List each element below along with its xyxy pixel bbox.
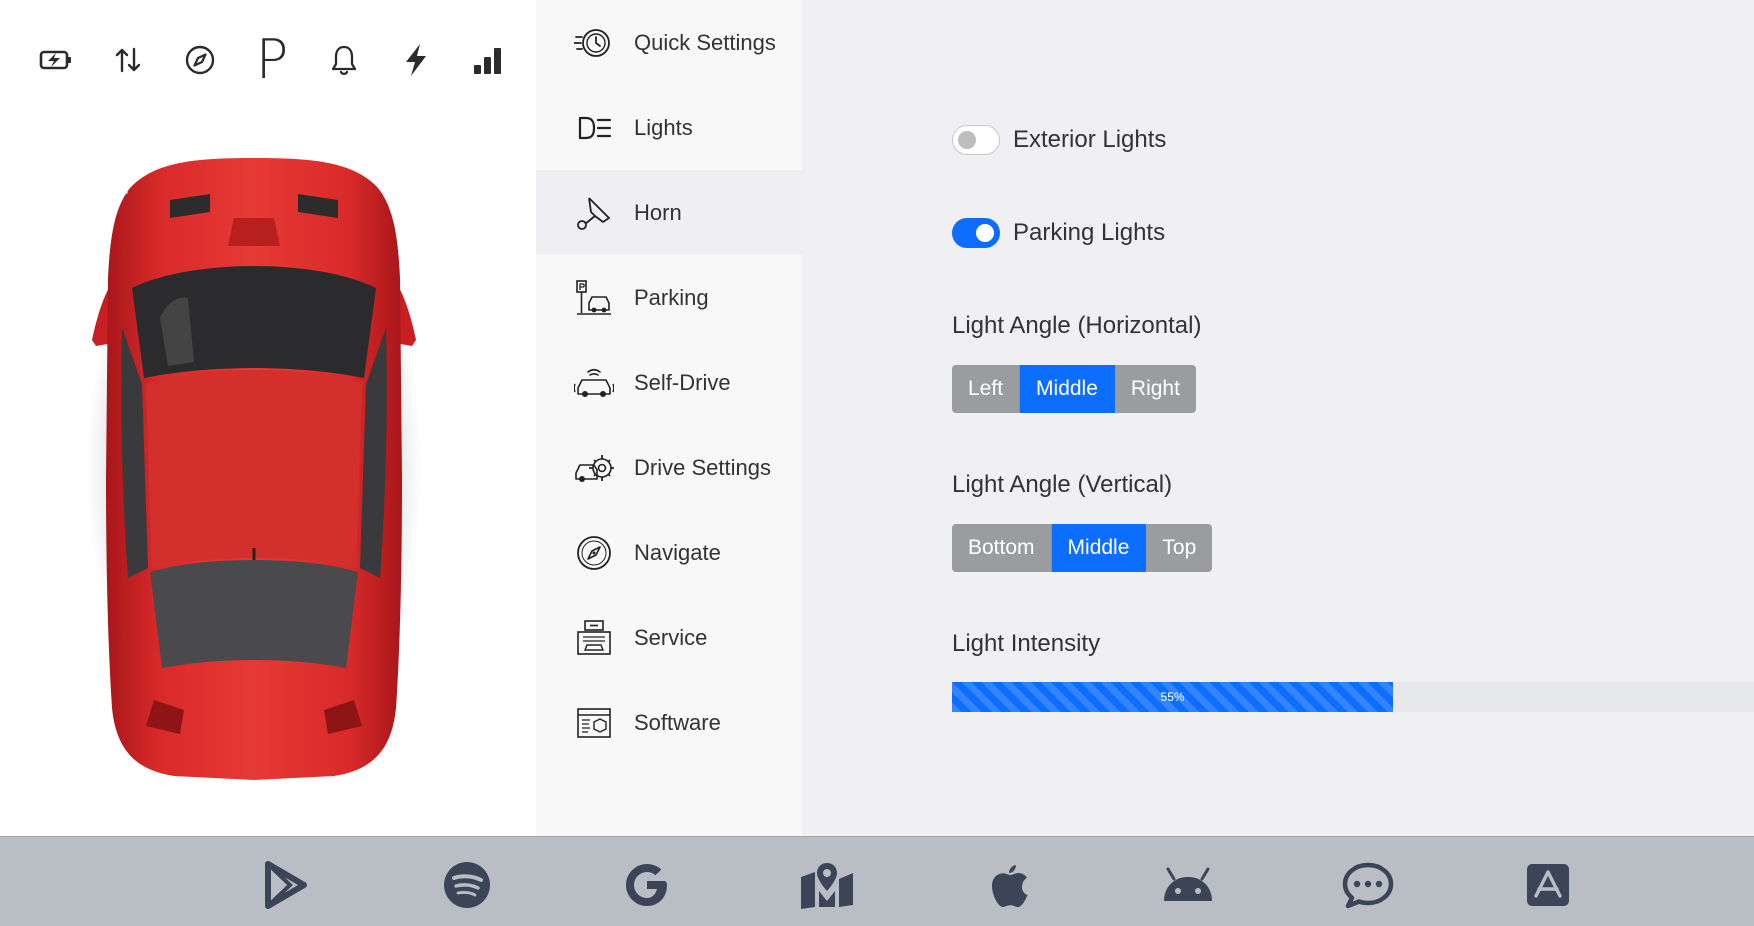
menu-item-service[interactable]: Service	[536, 595, 802, 680]
data-transfer-icon[interactable]	[92, 20, 164, 100]
chat-bubble-icon[interactable]	[1340, 857, 1396, 913]
menu-label: Navigate	[634, 539, 721, 565]
menu-label: Service	[634, 624, 708, 650]
menu-item-lights[interactable]: Lights	[536, 85, 802, 170]
parking-icon[interactable]: P	[236, 20, 308, 100]
parking-lights-label: Parking Lights	[1013, 219, 1166, 246]
car-dashboard: P Quick Settings Lights Horn Parking Sel…	[0, 0, 1754, 926]
headlight-icon	[574, 108, 614, 148]
switch-knob	[976, 224, 994, 242]
google-icon[interactable]	[619, 857, 675, 913]
horn-icon	[574, 193, 614, 233]
vertical-angle-group: Bottom Middle Top	[952, 524, 1213, 572]
status-bar: P	[20, 20, 524, 100]
menu-item-quick-settings[interactable]: Quick Settings	[536, 0, 802, 85]
exterior-lights-switch[interactable]	[952, 125, 1000, 155]
menu-label: Drive Settings	[634, 454, 771, 480]
horizontal-middle-button[interactable]: Middle	[1020, 365, 1115, 413]
horizontal-angle-group: Left Middle Right	[952, 365, 1196, 413]
parking-sign-car-icon	[574, 278, 614, 318]
horizontal-angle-label: Light Angle (Horizontal)	[952, 312, 1202, 339]
menu-item-parking[interactable]: Parking	[536, 255, 802, 340]
settings-menu: Quick Settings Lights Horn Parking Self-…	[536, 0, 802, 836]
vertical-angle-label: Light Angle (Vertical)	[952, 471, 1173, 498]
menu-label: Software	[634, 709, 721, 735]
light-intensity-fill: 55%	[952, 682, 1394, 712]
menu-label: Self-Drive	[634, 369, 731, 395]
garage-icon	[574, 618, 614, 658]
horizontal-right-button[interactable]: Right	[1114, 365, 1196, 413]
vertical-top-button[interactable]: Top	[1146, 524, 1213, 572]
light-intensity-value: 55%	[1160, 690, 1185, 704]
menu-item-drive-settings[interactable]: Drive Settings	[536, 425, 802, 510]
signal-bars-icon[interactable]	[452, 20, 524, 100]
app-store-icon[interactable]	[1520, 857, 1576, 913]
compass-rose-icon	[574, 533, 614, 573]
menu-item-navigate[interactable]: Navigate	[536, 510, 802, 595]
app-dock	[0, 836, 1754, 926]
menu-item-software[interactable]: Software	[536, 680, 802, 765]
parking-glyph: P	[255, 28, 289, 91]
exterior-lights-label: Exterior Lights	[1013, 126, 1167, 153]
self-drive-car-icon	[574, 363, 614, 403]
map-pin-icon[interactable]	[799, 857, 855, 913]
light-settings-panel: Exterior Lights Parking Lights Light Ang…	[802, 0, 1754, 836]
vertical-bottom-button[interactable]: Bottom	[952, 524, 1052, 572]
parking-lights-toggle[interactable]: Parking Lights	[952, 218, 1165, 248]
horizontal-left-button[interactable]: Left	[952, 365, 1021, 413]
parking-lights-switch[interactable]	[952, 218, 1000, 248]
car-top-view	[84, 148, 424, 786]
lightning-icon[interactable]	[380, 20, 452, 100]
menu-label: Horn	[634, 199, 682, 225]
menu-label: Parking	[634, 284, 709, 310]
battery-charging-icon[interactable]	[20, 20, 92, 100]
menu-label: Quick Settings	[634, 29, 776, 55]
menu-item-horn[interactable]: Horn	[536, 170, 802, 255]
menu-label: Lights	[634, 114, 693, 140]
android-icon[interactable]	[1160, 857, 1216, 913]
vehicle-panel: P	[0, 0, 536, 836]
light-intensity-label: Light Intensity	[952, 630, 1101, 657]
vertical-middle-button[interactable]: Middle	[1051, 524, 1147, 572]
software-window-icon	[574, 703, 614, 743]
compass-icon[interactable]	[164, 20, 236, 100]
apple-icon[interactable]	[980, 857, 1036, 913]
exterior-lights-toggle[interactable]: Exterior Lights	[952, 125, 1166, 155]
menu-item-self-drive[interactable]: Self-Drive	[536, 340, 802, 425]
spotify-icon[interactable]	[439, 857, 495, 913]
speedometer-clock-icon	[574, 23, 614, 63]
switch-knob	[958, 131, 976, 149]
light-intensity-bar[interactable]: 55%	[952, 682, 1754, 712]
bell-icon[interactable]	[308, 20, 380, 100]
car-gear-icon	[574, 448, 614, 488]
play-store-icon[interactable]	[258, 857, 314, 913]
